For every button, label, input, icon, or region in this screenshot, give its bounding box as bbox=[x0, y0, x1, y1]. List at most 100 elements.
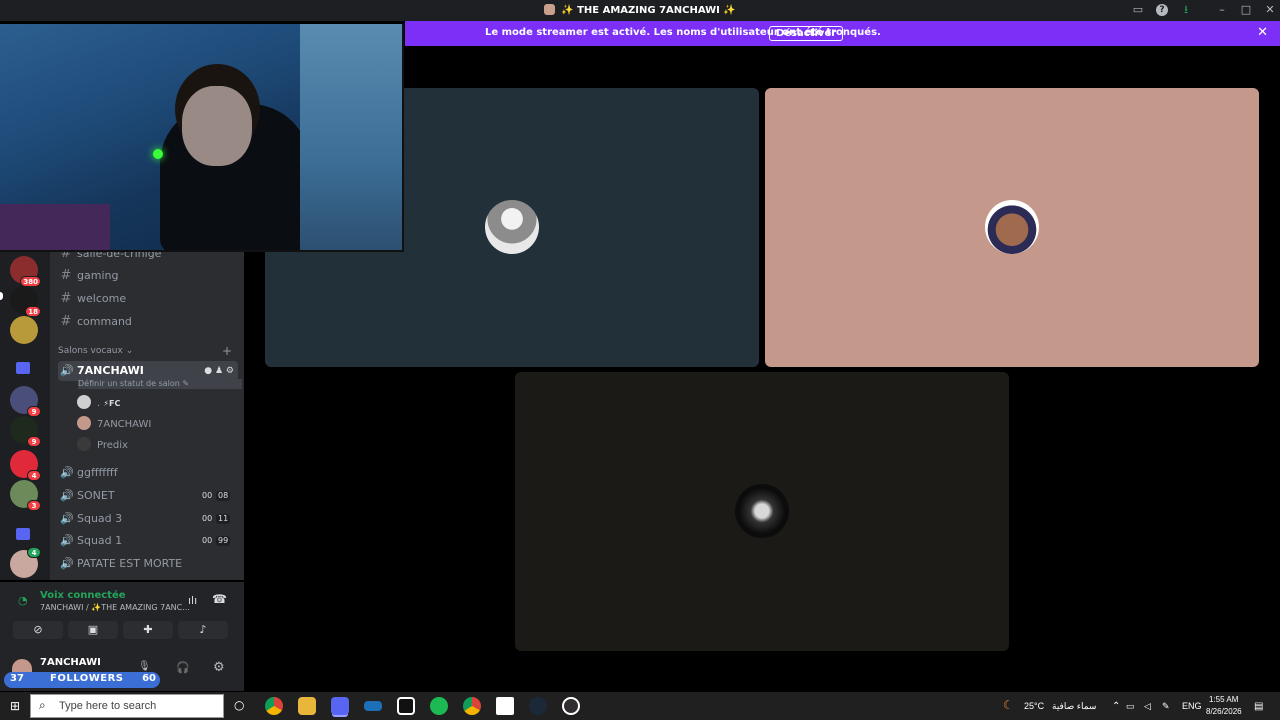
weather-temp[interactable]: 25°C bbox=[1024, 701, 1044, 711]
chrome-icon[interactable] bbox=[463, 697, 481, 715]
server-icon[interactable]: 9 bbox=[10, 416, 41, 447]
inbox-icon[interactable]: ▭ bbox=[1132, 4, 1144, 16]
unread-indicator bbox=[0, 292, 3, 300]
language-indicator[interactable]: ENG bbox=[1182, 701, 1202, 711]
username[interactable]: 7ANCHAWI bbox=[40, 657, 101, 668]
voice-category-header[interactable]: Salons vocaux ⌄ bbox=[58, 346, 133, 356]
weather-description[interactable]: سماء صافية bbox=[1052, 701, 1096, 712]
add-channel-icon[interactable]: + bbox=[222, 344, 232, 358]
webcam-overlay bbox=[0, 24, 404, 252]
soundboard-button[interactable]: ♪ bbox=[178, 621, 228, 639]
voice-channel[interactable]: 🔊 Squad 3 00 11 bbox=[58, 509, 238, 529]
participant-avatar bbox=[735, 484, 789, 538]
activities-icon: ✚ bbox=[143, 623, 153, 636]
noise-suppression-icon[interactable]: ılı bbox=[188, 594, 197, 607]
activities-button[interactable]: ✚ bbox=[123, 621, 173, 639]
settings-icon[interactable]: ⚙ bbox=[226, 366, 234, 376]
server-icon[interactable]: 9 bbox=[10, 386, 41, 417]
window-title: ✨ THE AMAZING 7ANCHAWI ✨ bbox=[0, 4, 1280, 16]
server-icon[interactable]: 380 bbox=[10, 256, 41, 287]
minimize-icon[interactable]: – bbox=[1216, 4, 1228, 16]
screen-share-icon: ▣ bbox=[87, 623, 99, 636]
user-settings-icon[interactable]: ⚙ bbox=[213, 660, 225, 675]
obs-icon[interactable] bbox=[562, 697, 580, 715]
active-voice-channel[interactable]: 🔊 7ANCHAWI ● ♟ ⚙ bbox=[58, 361, 238, 381]
server-icon[interactable]: 4 bbox=[10, 450, 41, 481]
avatar bbox=[77, 437, 91, 451]
speaker-icon: 🔊 bbox=[60, 557, 74, 570]
voice-member[interactable]: . ⚡FC bbox=[77, 395, 120, 413]
channel-list: # salle-de-crinige # gaming # welcome # comm… bbox=[50, 246, 244, 580]
download-icon[interactable]: ⭳ bbox=[1180, 4, 1192, 16]
text-channel[interactable]: # command bbox=[58, 312, 238, 332]
close-window-icon[interactable]: ✕ bbox=[1264, 4, 1276, 16]
task-view-icon[interactable]: ○ bbox=[234, 698, 244, 712]
notifications-icon[interactable]: ▤ bbox=[1254, 701, 1263, 712]
store-icon[interactable] bbox=[496, 697, 514, 715]
speaker-icon: 🔊 bbox=[60, 512, 74, 525]
voice-status[interactable]: Voix connectée bbox=[40, 590, 126, 601]
voice-channel[interactable]: 🔊 ggfffffff bbox=[58, 463, 238, 483]
speaker-icon: 🔊 bbox=[60, 466, 74, 479]
start-icon[interactable]: ⊞ bbox=[10, 699, 20, 713]
server-icon[interactable]: 3 bbox=[10, 480, 41, 511]
server-icon[interactable]: 18 bbox=[10, 286, 41, 317]
followers-current: 37 bbox=[10, 673, 24, 684]
maximize-icon[interactable]: □ bbox=[1240, 4, 1252, 16]
disconnect-icon[interactable]: ☎ bbox=[212, 592, 227, 606]
avatar[interactable] bbox=[12, 659, 32, 673]
network-icon[interactable]: ▭ bbox=[1126, 701, 1135, 712]
speaker-icon: 🔊 bbox=[60, 534, 74, 547]
server-icon bbox=[544, 4, 556, 15]
close-banner-icon[interactable]: ✕ bbox=[1257, 25, 1268, 40]
followers-label: FOLLOWERS bbox=[50, 673, 124, 684]
video-tile[interactable] bbox=[515, 372, 1009, 651]
pen-icon[interactable]: ✎ bbox=[1162, 701, 1170, 712]
hash-icon: # bbox=[60, 268, 72, 283]
video-tile[interactable] bbox=[765, 88, 1259, 367]
keyboard-icon[interactable] bbox=[364, 701, 382, 711]
channel-status-hint[interactable]: Définir un statut de salon ✎ bbox=[78, 379, 242, 389]
voice-channel[interactable]: 🔊 PATATE EST MORTE bbox=[58, 554, 238, 574]
folder-icon[interactable] bbox=[16, 528, 30, 540]
chrome-icon[interactable] bbox=[265, 697, 283, 715]
spotify-icon[interactable] bbox=[430, 697, 448, 715]
discord-icon[interactable] bbox=[331, 697, 349, 715]
hash-icon: # bbox=[60, 314, 72, 329]
signal-icon[interactable]: ◔ bbox=[18, 594, 28, 607]
voice-channel[interactable]: 🔊 SONET 00 08 bbox=[58, 486, 238, 506]
invite-icon[interactable]: ♟ bbox=[215, 366, 223, 376]
weather-icon[interactable]: ☾ bbox=[1003, 698, 1014, 712]
voice-channel[interactable]: 🔊 Squad 1 00 99 bbox=[58, 531, 238, 551]
file-explorer-icon[interactable] bbox=[298, 697, 316, 715]
microphone-icon[interactable]: 🎙 bbox=[138, 661, 151, 672]
steam-icon[interactable] bbox=[529, 697, 547, 715]
followers-goal-widget: 37 FOLLOWERS 60 bbox=[4, 672, 160, 688]
hash-icon: # bbox=[60, 291, 72, 306]
folder-icon[interactable] bbox=[16, 362, 30, 374]
streamer-mode-banner: Le mode streamer est activé. Les noms d'… bbox=[405, 21, 1280, 46]
voice-member[interactable]: Predix bbox=[77, 437, 128, 455]
server-icon[interactable]: 4 bbox=[10, 547, 41, 578]
headphones-icon[interactable]: 🎧 bbox=[176, 661, 190, 674]
chevron-down-icon: ⌄ bbox=[125, 346, 134, 356]
taskbar-search[interactable]: ⌕ Type here to search bbox=[30, 694, 224, 718]
voice-member[interactable]: 7ANCHAWI bbox=[77, 416, 151, 434]
clock-time[interactable]: 1:55 AM bbox=[1209, 695, 1238, 704]
avatar bbox=[77, 416, 91, 430]
chat-icon[interactable]: ● bbox=[204, 366, 212, 376]
disable-streamer-mode-button[interactable]: Désactiver bbox=[769, 26, 844, 41]
help-icon[interactable]: ? bbox=[1156, 4, 1168, 16]
voice-location[interactable]: 7ANCHAWI / ✨THE AMAZING 7ANC... bbox=[40, 603, 190, 612]
text-channel[interactable]: # gaming bbox=[58, 266, 238, 286]
participant-avatar bbox=[985, 200, 1039, 254]
volume-icon[interactable]: ◁ bbox=[1144, 701, 1151, 712]
chevron-up-icon[interactable]: ⌃ bbox=[1112, 701, 1120, 712]
clock-date[interactable]: 8/26/2026 bbox=[1206, 707, 1242, 716]
speaker-icon: 🔊 bbox=[60, 489, 74, 502]
camera-off-button[interactable]: ⊘ bbox=[13, 621, 63, 639]
capcut-icon[interactable] bbox=[397, 697, 415, 715]
server-icon[interactable] bbox=[10, 316, 38, 344]
screen-share-button[interactable]: ▣ bbox=[68, 621, 118, 639]
text-channel[interactable]: # welcome bbox=[58, 289, 238, 309]
